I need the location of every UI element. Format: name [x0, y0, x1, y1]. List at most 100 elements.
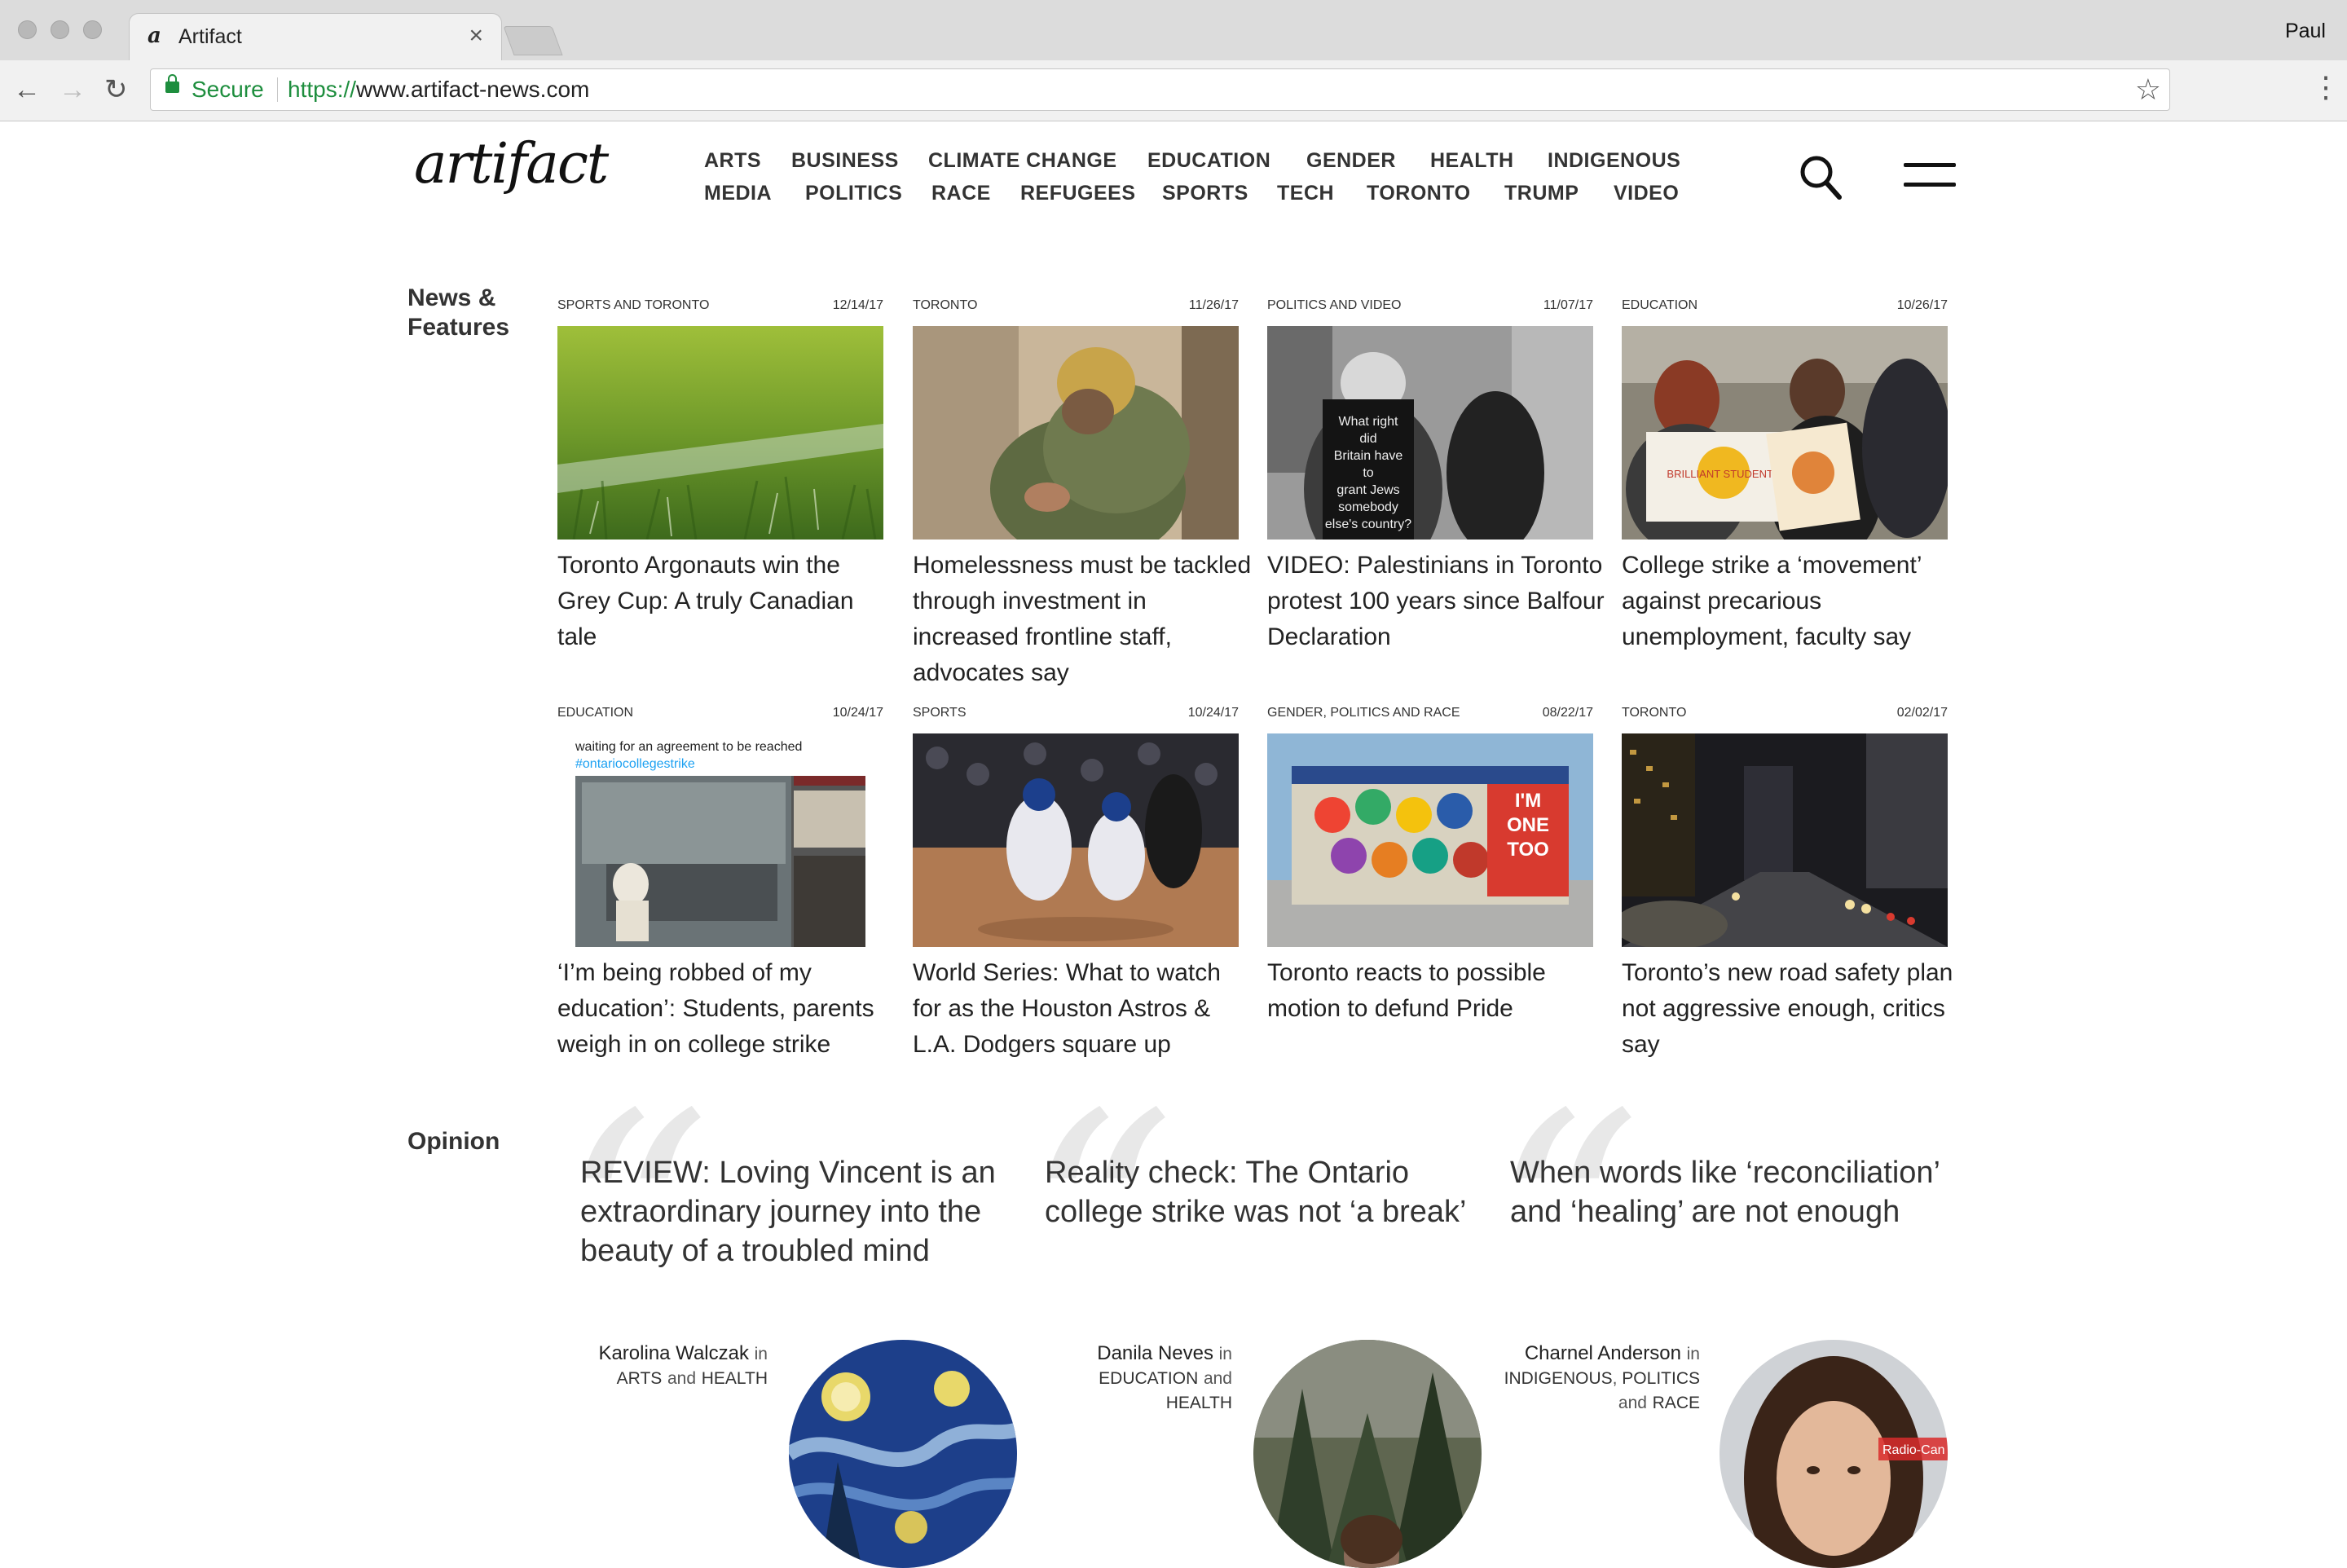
byline-in: in [1686, 1345, 1700, 1363]
forward-arrow-icon[interactable]: → [59, 73, 86, 106]
nav-refugees[interactable]: REFUGEES [1020, 182, 1136, 205]
article-image-baseball[interactable] [913, 733, 1239, 947]
protest-sign-line: else's country? [1325, 518, 1411, 531]
tweet-text: waiting for an agreement to be reached [575, 740, 802, 754]
protest-sign-line: What right [1339, 415, 1398, 429]
article-headline[interactable]: VIDEO: Palestinians in Toronto protest 1… [1267, 548, 1609, 655]
author-name[interactable]: Karolina Walczak [598, 1342, 749, 1364]
article-image-strike[interactable]: BRILLIANT STUDENTS [1622, 326, 1948, 540]
mural-text: I'M [1515, 790, 1541, 812]
nav-toronto[interactable]: TORONTO [1367, 182, 1471, 205]
artifact-favicon-icon: a [148, 24, 161, 48]
article-tags[interactable]: TORONTO [913, 298, 977, 313]
byline-category[interactable]: ARTS [617, 1369, 663, 1388]
nav-politics[interactable]: POLITICS [805, 182, 902, 205]
article-image-night-street[interactable] [1622, 733, 1948, 947]
article-image-tweet[interactable]: waiting for an agreement to be reached #… [557, 733, 883, 947]
nav-education[interactable]: EDUCATION [1147, 149, 1270, 173]
mural-text: TOO [1507, 839, 1549, 861]
artifact-logo[interactable]: artifact [414, 132, 609, 196]
nav-gender[interactable]: GENDER [1306, 149, 1396, 173]
close-window-button[interactable] [18, 20, 37, 39]
tweet-hashtag: #ontariocollegestrike [575, 757, 695, 771]
reload-icon[interactable]: ↻ [104, 73, 128, 106]
byline-category[interactable]: POLITICS [1622, 1369, 1700, 1388]
article-tags[interactable]: POLITICS and VIDEO [1267, 298, 1401, 313]
opinion-title[interactable]: REVIEW: Loving Vincent is an extraordina… [580, 1153, 1012, 1271]
byline-category[interactable]: RACE [1653, 1394, 1700, 1412]
article-tags[interactable]: GENDER, POLITICS and RACE [1267, 706, 1460, 720]
byline-category[interactable]: HEALTH [1166, 1394, 1232, 1412]
maximize-window-button[interactable] [83, 20, 102, 39]
byline-and: and [1203, 1369, 1232, 1388]
byline-in: in [1218, 1345, 1232, 1363]
article-tags[interactable]: EDUCATION [557, 706, 633, 720]
tab-title: Artifact [178, 25, 242, 48]
bookmark-star-icon[interactable]: ☆ [2135, 73, 2161, 107]
mural-text: ONE [1507, 814, 1549, 836]
author-name[interactable]: Charnel Anderson [1525, 1342, 1681, 1364]
secure-label: Secure [192, 77, 264, 102]
opinion-byline: Karolina Walczak in ARTS and HEALTH [522, 1341, 768, 1390]
byline-and: and [1618, 1394, 1647, 1412]
article-image-mural[interactable]: I'M ONE TOO [1267, 733, 1593, 947]
nav-tech[interactable]: TECH [1277, 182, 1334, 205]
nav-trump[interactable]: TRUMP [1504, 182, 1579, 205]
profile-name[interactable]: Paul [2285, 20, 2326, 43]
search-icon[interactable] [1799, 155, 1842, 200]
back-arrow-icon[interactable]: ← [13, 73, 41, 106]
nav-indigenous[interactable]: INDIGENOUS [1548, 149, 1680, 173]
protest-sign-line: Britain have [1334, 449, 1403, 463]
article-image-protest[interactable]: What right did Britain have to grant Jew… [1267, 326, 1593, 540]
author-name[interactable]: Danila Neves [1097, 1342, 1213, 1364]
article-tags[interactable]: SPORTS [913, 706, 967, 720]
author-avatar[interactable]: Radio-Can [1720, 1340, 1948, 1568]
nav-climate-change[interactable]: CLIMATE CHANGE [928, 149, 1117, 173]
article-headline[interactable]: World Series: What to watch for as the H… [913, 955, 1255, 1063]
article-headline[interactable]: ‘I’m being robbed of my education’: Stud… [557, 955, 900, 1063]
opinion-title[interactable]: When words like ‘reconciliation’ and ‘he… [1510, 1153, 1966, 1231]
article-date: 10/26/17 [1896, 298, 1948, 312]
url-host: www.artifact-news.com [356, 77, 590, 102]
article-headline[interactable]: Homelessness must be tackled through inv… [913, 548, 1255, 691]
article-headline[interactable]: Toronto reacts to possible motion to def… [1267, 955, 1609, 1027]
avatar-logo-text: Radio-Can [1882, 1443, 1944, 1457]
nav-sports[interactable]: SPORTS [1162, 182, 1248, 205]
opinion-byline: Charnel Anderson in INDIGENOUS, POLITICS… [1504, 1342, 1700, 1412]
byline-category[interactable]: EDUCATION [1099, 1369, 1198, 1388]
new-tab-button[interactable] [503, 26, 563, 55]
tab-close-icon[interactable]: × [469, 22, 483, 50]
article-image-homeless[interactable] [913, 326, 1239, 540]
article-date: 10/24/17 [1187, 706, 1239, 720]
tab-artifact[interactable]: a Artifact × [129, 13, 502, 60]
hamburger-menu-icon[interactable] [1904, 163, 1956, 191]
section-title-line: News & [407, 284, 496, 311]
article-headline[interactable]: Toronto’s new road safety plan not aggre… [1622, 955, 1964, 1063]
byline-category[interactable]: INDIGENOUS [1504, 1369, 1613, 1388]
article-headline[interactable]: Toronto Argonauts win the Grey Cup: A tr… [557, 548, 900, 655]
article-date: 11/07/17 [1543, 298, 1593, 312]
byline-category[interactable]: HEALTH [702, 1369, 768, 1388]
minimize-window-button[interactable] [51, 20, 69, 39]
nav-health[interactable]: HEALTH [1430, 149, 1514, 173]
section-title-news: News & Features [407, 284, 509, 342]
protest-sign-line: somebody [1338, 500, 1398, 514]
byline-and: and [667, 1369, 697, 1388]
address-divider [277, 77, 278, 102]
article-tags[interactable]: SPORTS and TORONTO [557, 298, 709, 313]
article-headline[interactable]: College strike a ‘movement’ against prec… [1622, 548, 1964, 655]
address-bar[interactable]: Secure https://www.artifact-news.com ☆ [150, 68, 2170, 111]
article-tags[interactable]: TORONTO [1622, 706, 1686, 720]
url-text[interactable]: https://www.artifact-news.com [288, 77, 589, 103]
browser-chrome: a Artifact × Paul ← → ↻ Secure https://w… [0, 0, 2347, 121]
article-image-grass[interactable] [557, 326, 883, 540]
nav-race[interactable]: RACE [931, 182, 991, 205]
opinion-title[interactable]: Reality check: The Ontario college strik… [1045, 1153, 1485, 1231]
article-tags[interactable]: EDUCATION [1622, 298, 1698, 313]
nav-media[interactable]: MEDIA [704, 182, 772, 205]
nav-business[interactable]: BUSINESS [791, 149, 899, 173]
nav-video[interactable]: VIDEO [1614, 182, 1679, 205]
browser-menu-icon[interactable]: ⋮ [2311, 70, 2340, 104]
protest-sign-line: to [1363, 466, 1373, 480]
nav-arts[interactable]: ARTS [704, 149, 761, 173]
